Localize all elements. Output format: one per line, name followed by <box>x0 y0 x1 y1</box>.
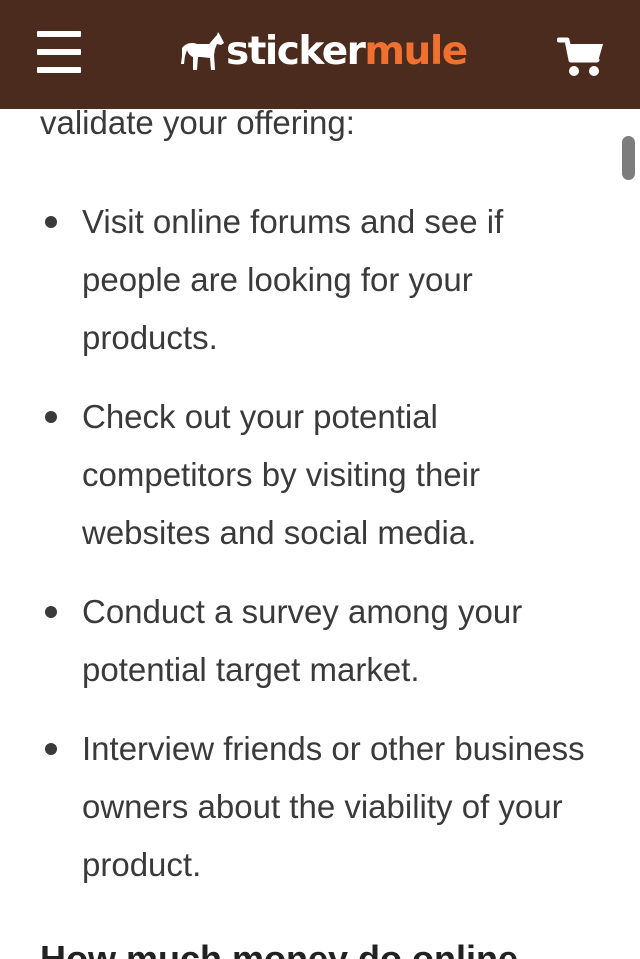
tips-list: Visit online forums and see if people ar… <box>0 193 600 915</box>
list-item-text: Visit online forums and see if people ar… <box>82 203 504 356</box>
hamburger-menu-icon[interactable] <box>37 31 81 73</box>
mule-icon <box>181 32 224 70</box>
stickermule-logo[interactable]: stickermule <box>180 29 468 75</box>
logo-text: stickermule <box>226 29 468 75</box>
bullet-dot <box>45 411 57 423</box>
section-heading: How much money do online <box>40 938 519 959</box>
scrollbar-thumb[interactable] <box>622 136 635 180</box>
list-item: Visit online forums and see if people ar… <box>0 193 600 367</box>
bullet-dot <box>45 216 57 228</box>
list-item: Interview friends or other business owne… <box>0 720 600 894</box>
list-item-text: Interview friends or other business owne… <box>82 730 585 883</box>
list-item: Check out your potential competitors by … <box>0 388 600 562</box>
bullet-dot <box>45 606 57 618</box>
shopping-cart-icon[interactable] <box>556 36 605 78</box>
list-item: Conduct a survey among your potential ta… <box>0 583 600 699</box>
logo-word-sticker: sticker <box>226 29 366 74</box>
list-item-text: Conduct a survey among your potential ta… <box>82 593 523 688</box>
menu-bar <box>37 67 81 73</box>
list-item-text: Check out your potential competitors by … <box>82 398 480 551</box>
article-content: validate your offering: Visit online for… <box>0 0 640 959</box>
bullet-dot <box>45 743 57 755</box>
top-nav-bar: stickermule <box>0 0 640 109</box>
menu-bar <box>37 49 81 55</box>
menu-bar <box>37 31 81 37</box>
cart-glyph <box>556 37 603 76</box>
logo-word-mule: mule <box>364 29 468 74</box>
